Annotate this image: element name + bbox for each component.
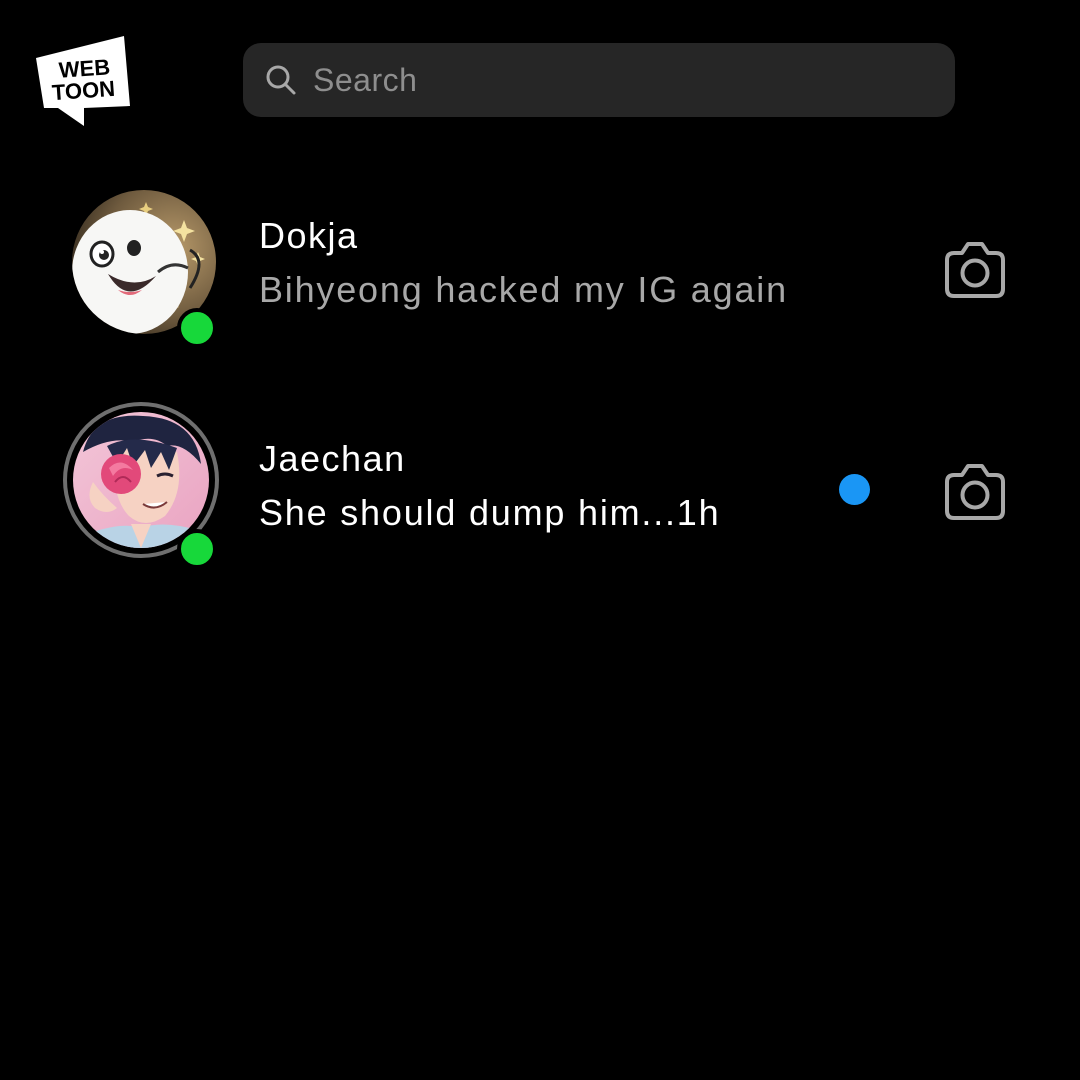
message-preview: She should dump him...1h xyxy=(259,492,721,533)
camera-icon xyxy=(945,464,1005,520)
conversation-row[interactable]: Dokja Bihyeong hacked my IG again xyxy=(0,185,1080,355)
search-input[interactable] xyxy=(313,61,913,99)
svg-text:TOON: TOON xyxy=(51,76,116,105)
contact-name: Jaechan xyxy=(259,438,406,479)
webtoon-logo-icon: WEB TOON xyxy=(36,36,130,126)
search-bar[interactable] xyxy=(243,43,955,117)
webtoon-logo[interactable]: WEB TOON xyxy=(34,36,130,126)
contact-name: Dokja xyxy=(259,215,359,256)
camera-button[interactable] xyxy=(942,461,1008,523)
conversation-row[interactable]: Jaechan She should dump him...1h xyxy=(0,400,1080,570)
message-preview: Bihyeong hacked my IG again xyxy=(259,269,788,310)
online-status-indicator xyxy=(177,529,217,569)
direct-messages-screen: WEB TOON Search Dokja Bihyeong hacked my… xyxy=(0,0,1080,1080)
avatar-container[interactable] xyxy=(66,190,222,348)
search-icon xyxy=(266,65,296,95)
unread-indicator xyxy=(839,474,870,505)
avatar-container[interactable] xyxy=(63,402,222,569)
camera-button[interactable] xyxy=(942,239,1008,301)
online-status-indicator xyxy=(177,308,217,348)
camera-icon xyxy=(945,242,1005,298)
avatar-image-jaechan xyxy=(73,412,209,548)
